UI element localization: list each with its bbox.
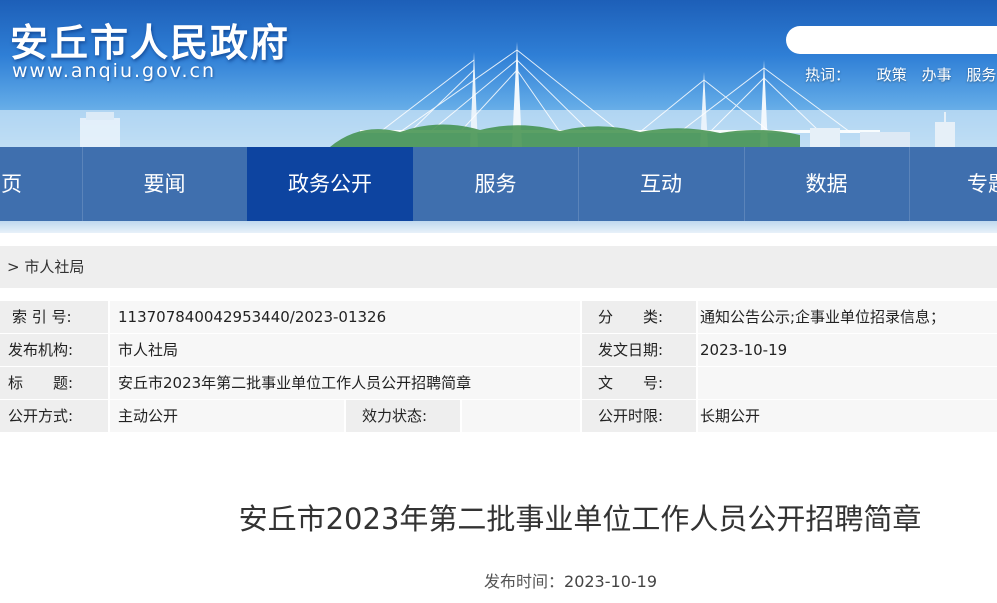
nav-divider — [909, 147, 910, 221]
nav-item-topics[interactable]: 专题 — [909, 147, 997, 221]
search-input[interactable] — [786, 26, 997, 54]
publish-date-label: 发布时间： — [484, 572, 565, 591]
article-publish-date: 发布时间：2023-10-19 — [484, 568, 657, 592]
publisher-value: 市人社局 — [110, 334, 580, 366]
info-row: 发布机构: 市人社局 发文日期: 2023-10-19 — [0, 334, 997, 367]
breadcrumb[interactable]: > 市人社局 — [0, 246, 997, 288]
site-url: www.anqiu.gov.cn — [12, 60, 217, 82]
main-nav: 页 要闻 政务公开 服务 互动 数据 专题 — [0, 147, 997, 221]
index-value: 113707840042953440/2023-01326 — [110, 301, 580, 333]
category-label: 分 类: — [582, 301, 696, 333]
article-title: 安丘市2023年第二批事业单位工作人员公开招聘简章 — [238, 502, 922, 536]
title-value: 安丘市2023年第二批事业单位工作人员公开招聘简章 — [110, 367, 580, 399]
issue-date-value: 2023-10-19 — [698, 334, 997, 366]
page-root: 安丘市人民政府 www.anqiu.gov.cn 热词： 政策 办事 服务 页 … — [0, 0, 997, 603]
publish-date-value: 2023-10-19 — [564, 572, 657, 591]
hot-word-affairs[interactable]: 办事 — [922, 66, 952, 84]
info-row: 公开方式: 主动公开 效力状态: 公开时限: 长期公开 — [0, 400, 997, 433]
nav-item-interaction[interactable]: 互动 — [578, 147, 744, 221]
index-label: 索 引 号: — [0, 301, 108, 333]
nav-divider — [578, 147, 579, 221]
hot-word-policy[interactable]: 政策 — [877, 66, 907, 84]
open-period-value: 长期公开 — [698, 400, 997, 432]
nav-shadow — [0, 221, 997, 233]
open-period-label: 公开时限: — [582, 400, 696, 432]
doc-no-value — [698, 367, 997, 399]
doc-no-label: 文 号: — [582, 367, 696, 399]
open-mode-label: 公开方式: — [0, 400, 108, 432]
header-banner: 安丘市人民政府 www.anqiu.gov.cn 热词： 政策 办事 服务 — [0, 0, 997, 147]
info-row: 索 引 号: 113707840042953440/2023-01326 分 类… — [0, 301, 997, 334]
nav-divider — [82, 147, 83, 221]
category-value: 通知公告公示;企事业单位招录信息； — [698, 301, 997, 333]
nav-item-services[interactable]: 服务 — [413, 147, 578, 221]
nav-item-home[interactable]: 页 — [0, 147, 82, 221]
open-mode-value: 主动公开 — [110, 400, 344, 432]
publisher-label: 发布机构: — [0, 334, 108, 366]
title-label: 标 题: — [0, 367, 108, 399]
hot-word-service[interactable]: 服务 — [966, 66, 996, 84]
nav-divider — [744, 147, 745, 221]
status-label: 效力状态: — [346, 400, 460, 432]
hot-words: 热词： 政策 办事 服务 — [805, 64, 997, 85]
nav-item-gov-affairs[interactable]: 政务公开 — [247, 147, 413, 221]
nav-item-data[interactable]: 数据 — [744, 147, 909, 221]
hot-words-label: 热词： — [805, 66, 851, 84]
status-value — [462, 400, 580, 432]
issue-date-label: 发文日期: — [582, 334, 696, 366]
site-title[interactable]: 安丘市人民政府 — [10, 12, 290, 67]
info-row: 标 题: 安丘市2023年第二批事业单位工作人员公开招聘简章 文 号: — [0, 367, 997, 400]
nav-item-news[interactable]: 要闻 — [82, 147, 247, 221]
